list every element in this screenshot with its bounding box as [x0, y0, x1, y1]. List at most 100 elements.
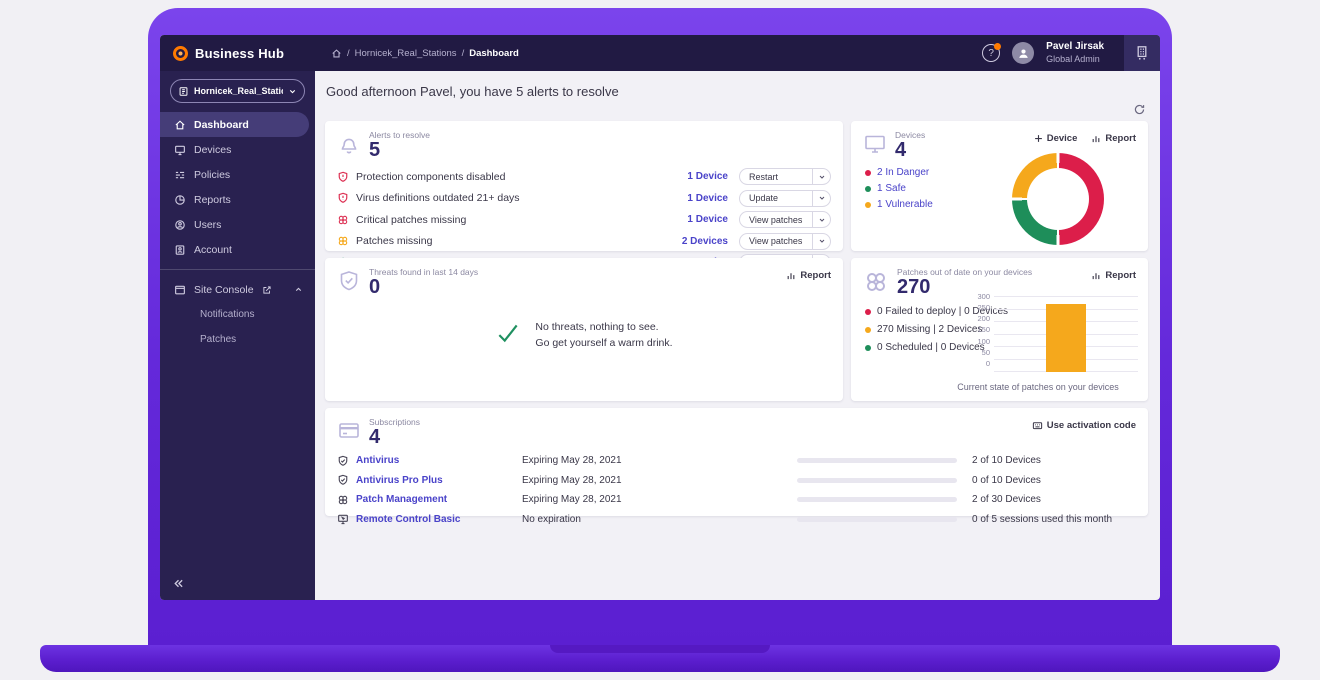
activation-code-icon: [1032, 420, 1043, 431]
alert-action-button[interactable]: View patches: [739, 233, 831, 250]
sidebar-item-reports[interactable]: Reports: [160, 187, 315, 212]
patch-icon: [337, 494, 349, 506]
site-console-icon: [174, 284, 186, 296]
chevron-down-icon: [288, 87, 297, 96]
alert-action-button[interactable]: Update: [739, 190, 831, 207]
shield-check-icon: [337, 455, 349, 467]
user-info[interactable]: Pavel Jirsak Global Admin: [1046, 41, 1104, 65]
refresh-button[interactable]: [1133, 103, 1146, 119]
building-icon: [1134, 45, 1150, 61]
legend-item[interactable]: 2 In Danger: [865, 167, 933, 178]
missing-patches-bar[interactable]: [1046, 304, 1086, 372]
breadcrumb-site[interactable]: Hornicek_Real_Stations: [355, 48, 457, 59]
sidebar-item-site-console[interactable]: Site Console: [160, 277, 315, 302]
sidebar-item-label: Devices: [194, 144, 231, 156]
devices-legend: 2 In Danger 1 Safe 1 Vulnerable: [865, 167, 933, 210]
chevron-down-icon[interactable]: [812, 169, 830, 184]
plot-area: [994, 296, 1138, 372]
chevron-down-icon[interactable]: [812, 234, 830, 249]
alert-device-link[interactable]: 1 Device: [687, 193, 728, 204]
sidebar-item-patches[interactable]: Patches: [160, 327, 315, 352]
user-role: Global Admin: [1046, 54, 1104, 65]
double-chevron-left-icon: [172, 577, 185, 590]
legend-dot-vulnerable: [865, 202, 871, 208]
remote-control-icon: [337, 513, 349, 525]
refresh-icon: [1133, 103, 1146, 116]
sidebar-subitem-label: Notifications: [200, 309, 254, 320]
breadcrumb-sep: /: [462, 48, 465, 59]
alert-device-link[interactable]: 2 Devices: [682, 236, 728, 247]
subscription-link[interactable]: Antivirus Pro Plus: [337, 474, 522, 486]
subscription-link[interactable]: Remote Control Basic: [337, 513, 522, 525]
subscription-row: Antivirus Pro Plus Expiring May 28, 2021…: [337, 471, 1134, 491]
console-switcher-button[interactable]: [1124, 35, 1160, 71]
alert-row: Protection components disabled 1 Device …: [337, 166, 831, 188]
breadcrumb-page: Dashboard: [469, 48, 519, 59]
devices-report-button[interactable]: Report: [1091, 133, 1136, 144]
patches-bar-chart: 300250200150100500: [970, 296, 1138, 372]
chart-caption: Current state of patches on your devices: [938, 382, 1138, 392]
usage-progress-bar: [797, 458, 957, 463]
devices-card: Devices 4 Device: [851, 121, 1148, 251]
subscription-card-icon: [337, 419, 361, 443]
subscription-usage: 0 of 5 sessions used this month: [972, 514, 1134, 525]
collapse-sidebar-button[interactable]: [172, 577, 185, 590]
legend-item[interactable]: 1 Vulnerable: [865, 199, 933, 210]
patches-report-button[interactable]: Report: [1091, 270, 1136, 281]
patch-icon: [337, 214, 349, 226]
devices-count: 4: [895, 140, 925, 161]
monitor-icon: [863, 132, 887, 156]
sidebar: Hornicek_Real_Statio... Dashboard Device…: [160, 71, 315, 600]
subscription-row: Antivirus Expiring May 28, 2021 2 of 10 …: [337, 451, 1134, 471]
avatar[interactable]: [1012, 42, 1034, 64]
alert-device-link[interactable]: 1 Device: [687, 171, 728, 182]
chevron-down-icon[interactable]: [812, 191, 830, 206]
subscription-link[interactable]: Patch Management: [337, 494, 522, 506]
user-name: Pavel Jirsak: [1046, 41, 1104, 54]
threats-report-button[interactable]: Report: [786, 270, 831, 281]
legend-item[interactable]: 1 Safe: [865, 183, 933, 194]
plus-icon: [1034, 134, 1043, 143]
policies-icon: [174, 169, 186, 181]
alerts-count: 5: [369, 140, 430, 161]
card-title: Threats found in last 14 days: [369, 267, 478, 277]
devices-donut-chart[interactable]: [1012, 153, 1104, 245]
sidebar-item-devices[interactable]: Devices: [160, 137, 315, 162]
chevron-down-icon[interactable]: [812, 212, 830, 227]
subscription-usage: 0 of 10 Devices: [972, 475, 1134, 486]
alert-row: Patches missing 2 Devices View patches: [337, 231, 831, 253]
add-device-button[interactable]: Device: [1034, 133, 1078, 144]
sidebar-subitem-label: Patches: [200, 334, 236, 345]
subscription-expiry: Expiring May 28, 2021: [522, 475, 797, 486]
sidebar-item-label: Reports: [194, 194, 231, 206]
threats-empty-state: No threats, nothing to see. Go get yours…: [325, 320, 843, 352]
top-bar: Business Hub / Hornicek_Real_Stations / …: [160, 35, 1160, 71]
notification-dot: [994, 43, 1001, 50]
patch-outline-icon: [863, 269, 889, 295]
subscription-expiry: Expiring May 28, 2021: [522, 494, 797, 505]
shield-check-icon: [337, 474, 349, 486]
alert-action-button[interactable]: Restart: [739, 168, 831, 185]
legend-dot-failed: [865, 309, 871, 315]
brand[interactable]: Business Hub: [160, 46, 315, 61]
sidebar-item-policies[interactable]: Policies: [160, 162, 315, 187]
shield-alert-icon: [337, 192, 349, 204]
subscriptions-card: Subscriptions 4 Use activation code: [325, 408, 1148, 516]
sidebar-item-notifications[interactable]: Notifications: [160, 302, 315, 327]
sidebar-item-dashboard[interactable]: Dashboard: [160, 112, 309, 137]
legend-dot-scheduled: [865, 345, 871, 351]
alert-action-button[interactable]: View patches: [739, 211, 831, 228]
help-button[interactable]: ?: [982, 44, 1000, 62]
site-selector-dropdown[interactable]: Hornicek_Real_Statio...: [170, 79, 305, 103]
subscription-row: Remote Control Basic No expiration 0 of …: [337, 510, 1134, 530]
threats-card: Threats found in last 14 days 0 Report: [325, 258, 843, 401]
home-icon[interactable]: [331, 48, 342, 59]
subscription-link[interactable]: Antivirus: [337, 455, 522, 467]
alert-device-link[interactable]: 1 Device: [687, 214, 728, 225]
sidebar-item-users[interactable]: Users: [160, 212, 315, 237]
use-activation-code-button[interactable]: Use activation code: [1032, 420, 1136, 431]
sidebar-item-account[interactable]: Account: [160, 237, 315, 262]
users-icon: [174, 219, 186, 231]
alert-row: Critical patches missing 1 Device View p…: [337, 209, 831, 231]
site-selector-label: Hornicek_Real_Statio...: [194, 86, 283, 96]
